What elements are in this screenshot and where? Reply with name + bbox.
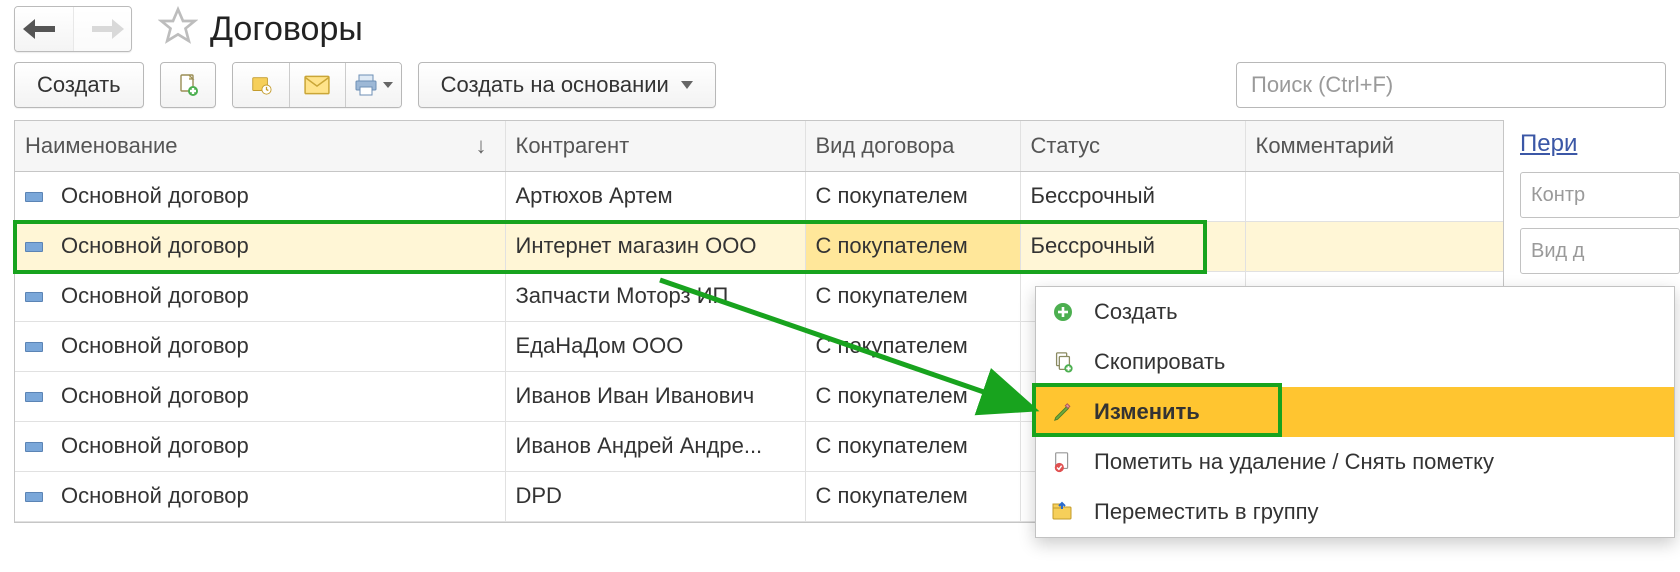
filter-kind-input[interactable] (1520, 228, 1680, 274)
toolbar: Создать (0, 62, 1680, 120)
new-document-button[interactable] (160, 62, 216, 108)
cell-name: Основной договор (61, 233, 249, 258)
cm-label: Изменить (1094, 399, 1200, 425)
cell-counterparty: Запчасти Моторз ИП (505, 271, 805, 321)
col-comment[interactable]: Комментарий (1245, 121, 1503, 171)
record-icon (25, 442, 43, 452)
cm-label: Скопировать (1094, 349, 1225, 375)
nav-back-button[interactable] (15, 7, 73, 51)
cm-label: Переместить в группу (1094, 499, 1319, 525)
table-row[interactable]: Основной договор Интернет магазин ООО С … (15, 221, 1503, 271)
record-icon (25, 492, 43, 502)
col-name-label: Наименование (25, 133, 178, 158)
cell-name: Основной договор (61, 183, 249, 208)
printer-icon (353, 73, 379, 97)
cell-counterparty: DPD (505, 471, 805, 521)
record-icon (25, 192, 43, 202)
toolbar-icon-group (232, 62, 402, 108)
cm-create[interactable]: Создать (1036, 287, 1674, 337)
cell-kind: С покупателем (805, 471, 1020, 521)
table-header-row: Наименование ↓ Контрагент Вид договора С… (15, 121, 1503, 171)
cell-name: Основной договор (61, 383, 249, 408)
cm-edit[interactable]: Изменить (1036, 387, 1674, 437)
favorite-star-icon[interactable] (158, 6, 198, 52)
pencil-icon (1050, 401, 1076, 423)
cell-counterparty: Иванов Иван Иванович (505, 371, 805, 421)
copy-icon (1050, 351, 1076, 373)
attach-folder-button[interactable] (233, 63, 289, 107)
cm-copy[interactable]: Скопировать (1036, 337, 1674, 387)
cm-label: Создать (1094, 299, 1178, 325)
cell-kind: С покупателем (805, 221, 1020, 271)
record-icon (25, 242, 43, 252)
nav-buttons (14, 6, 132, 52)
page-title: Договоры (210, 10, 363, 49)
cm-label: Пометить на удаление / Снять пометку (1094, 449, 1494, 475)
create-based-on-button[interactable]: Создать на основании (418, 62, 716, 108)
arrow-left-icon (33, 26, 55, 32)
filter-panel: Пери (1520, 120, 1680, 284)
cell-counterparty: Интернет магазин ООО (505, 221, 805, 271)
record-icon (25, 292, 43, 302)
print-button[interactable] (345, 63, 401, 107)
cell-comment (1245, 171, 1503, 221)
cm-move-to-group[interactable]: Переместить в группу (1036, 487, 1674, 537)
create-button[interactable]: Создать (14, 62, 144, 108)
cell-kind: С покупателем (805, 421, 1020, 471)
cell-kind: С покупателем (805, 371, 1020, 421)
cell-name: Основной договор (61, 433, 249, 458)
filter-counterparty-input[interactable] (1520, 172, 1680, 218)
cm-mark-delete[interactable]: Пометить на удаление / Снять пометку (1036, 437, 1674, 487)
folder-move-icon (1050, 501, 1076, 523)
nav-forward-button[interactable] (73, 7, 131, 51)
sort-down-icon: ↓ (476, 133, 487, 159)
cell-name: Основной договор (61, 333, 249, 358)
email-button[interactable] (289, 63, 345, 107)
cell-counterparty: Иванов Андрей Андре... (505, 421, 805, 471)
table-row[interactable]: Основной договор Артюхов Артем С покупат… (15, 171, 1503, 221)
record-icon (25, 342, 43, 352)
cell-name: Основной договор (61, 483, 249, 508)
cell-status: Бессрочный (1020, 221, 1245, 271)
col-kind[interactable]: Вид договора (805, 121, 1020, 171)
arrow-right-icon (92, 26, 114, 32)
col-name[interactable]: Наименование ↓ (15, 121, 505, 171)
context-menu: Создать Скопировать Изменить Пометить на… (1035, 286, 1675, 538)
folder-clock-icon (249, 74, 273, 96)
document-plus-icon (176, 73, 200, 97)
cell-kind: С покупателем (805, 171, 1020, 221)
cell-status: Бессрочный (1020, 171, 1245, 221)
page-header: Договоры (0, 0, 1680, 62)
mark-delete-icon (1050, 451, 1076, 473)
record-icon (25, 392, 43, 402)
envelope-icon (304, 75, 330, 95)
plus-circle-icon (1050, 301, 1076, 323)
period-link[interactable]: Пери (1520, 124, 1680, 172)
cell-counterparty: Артюхов Артем (505, 171, 805, 221)
search-input[interactable] (1236, 62, 1666, 108)
col-status[interactable]: Статус (1020, 121, 1245, 171)
cell-comment (1245, 221, 1503, 271)
cell-name: Основной договор (61, 283, 249, 308)
cell-kind: С покупателем (805, 271, 1020, 321)
col-counterparty[interactable]: Контрагент (505, 121, 805, 171)
cell-kind: С покупателем (805, 321, 1020, 371)
cell-counterparty: ЕдаНаДом ООО (505, 321, 805, 371)
